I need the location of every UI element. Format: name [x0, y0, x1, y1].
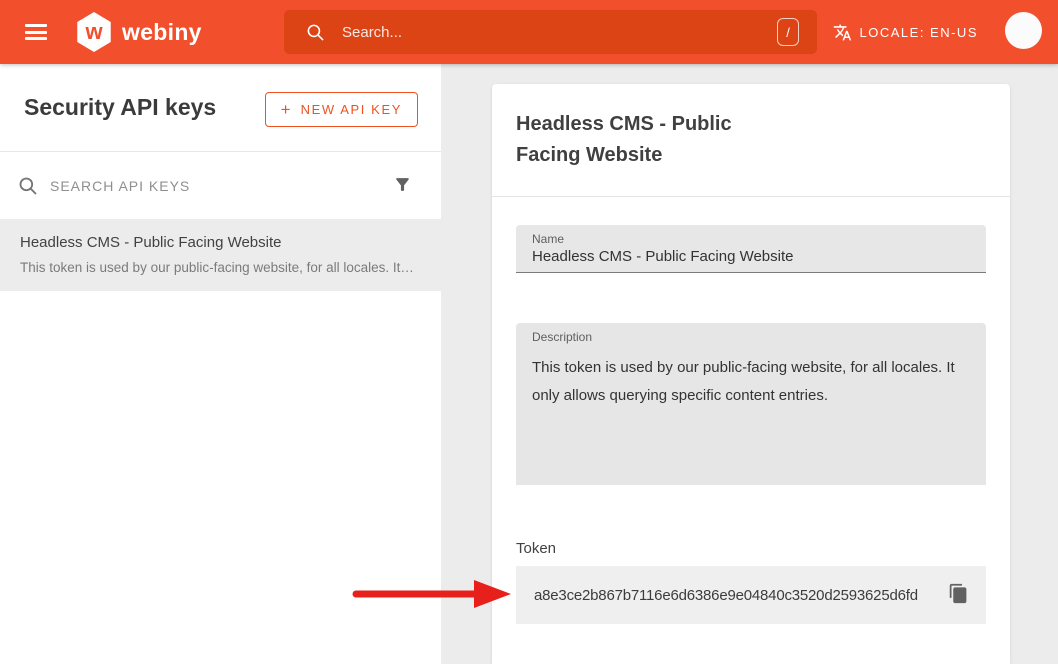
token-box: a8e3ce2b867b7116e6d6386e9e04840c3520d259… — [516, 566, 986, 624]
page-title: Security API keys — [24, 94, 216, 121]
list-panel-header: Security API keys + NEW API KEY — [0, 64, 441, 151]
token-label: Token — [516, 540, 556, 557]
webiny-logo-text: webiny — [122, 19, 202, 46]
new-api-key-button-label: NEW API KEY — [301, 102, 402, 117]
search-icon — [18, 176, 38, 196]
top-bar: w webiny / LOCALE: EN-US — [0, 0, 1058, 64]
description-field: Description This token is used by our pu… — [516, 323, 986, 485]
detail-title: Headless CMS - Public Facing Website — [516, 109, 776, 171]
description-input[interactable]: This token is used by our public-facing … — [532, 354, 970, 464]
filter-button[interactable] — [373, 173, 414, 199]
name-field-label: Name — [532, 232, 986, 246]
avatar[interactable] — [1005, 12, 1042, 49]
api-key-detail-card: Headless CMS - Public Facing Website Nam… — [492, 84, 1010, 664]
webiny-logo-monogram: w — [85, 21, 102, 43]
api-key-item-description: This token is used by our public-facing … — [20, 260, 421, 275]
webiny-logo[interactable]: w webiny — [75, 12, 202, 52]
description-field-label: Description — [532, 330, 986, 344]
new-api-key-button[interactable]: + NEW API KEY — [265, 92, 418, 127]
locale-label: LOCALE: EN-US — [860, 25, 978, 40]
token-value: a8e3ce2b867b7116e6d6386e9e04840c3520d259… — [534, 587, 945, 604]
translate-icon — [833, 23, 852, 42]
name-field: Name — [516, 225, 986, 273]
api-key-list-item[interactable]: Headless CMS - Public Facing Website Thi… — [0, 219, 441, 291]
global-search-input[interactable] — [342, 24, 777, 41]
slash-shortcut-badge: / — [777, 18, 799, 46]
copy-icon — [948, 583, 969, 604]
api-keys-list-panel: Security API keys + NEW API KEY Headless… — [0, 64, 441, 664]
locale-selector[interactable]: LOCALE: EN-US — [833, 0, 978, 64]
search-api-keys-input[interactable] — [50, 178, 373, 194]
api-keys-search-row — [0, 152, 441, 219]
plus-icon: + — [281, 100, 291, 120]
menu-icon[interactable] — [25, 24, 47, 40]
webiny-logo-hexagon: w — [75, 12, 113, 52]
filter-icon — [393, 175, 412, 194]
app-screen: w webiny / LOCALE: EN-US Security API ke… — [0, 0, 1058, 664]
copy-token-button[interactable] — [945, 580, 972, 610]
divider — [492, 196, 1010, 197]
name-input[interactable] — [532, 248, 972, 265]
search-icon — [306, 23, 325, 42]
global-search-bar: / — [284, 10, 817, 54]
api-key-item-title: Headless CMS - Public Facing Website — [20, 234, 421, 251]
